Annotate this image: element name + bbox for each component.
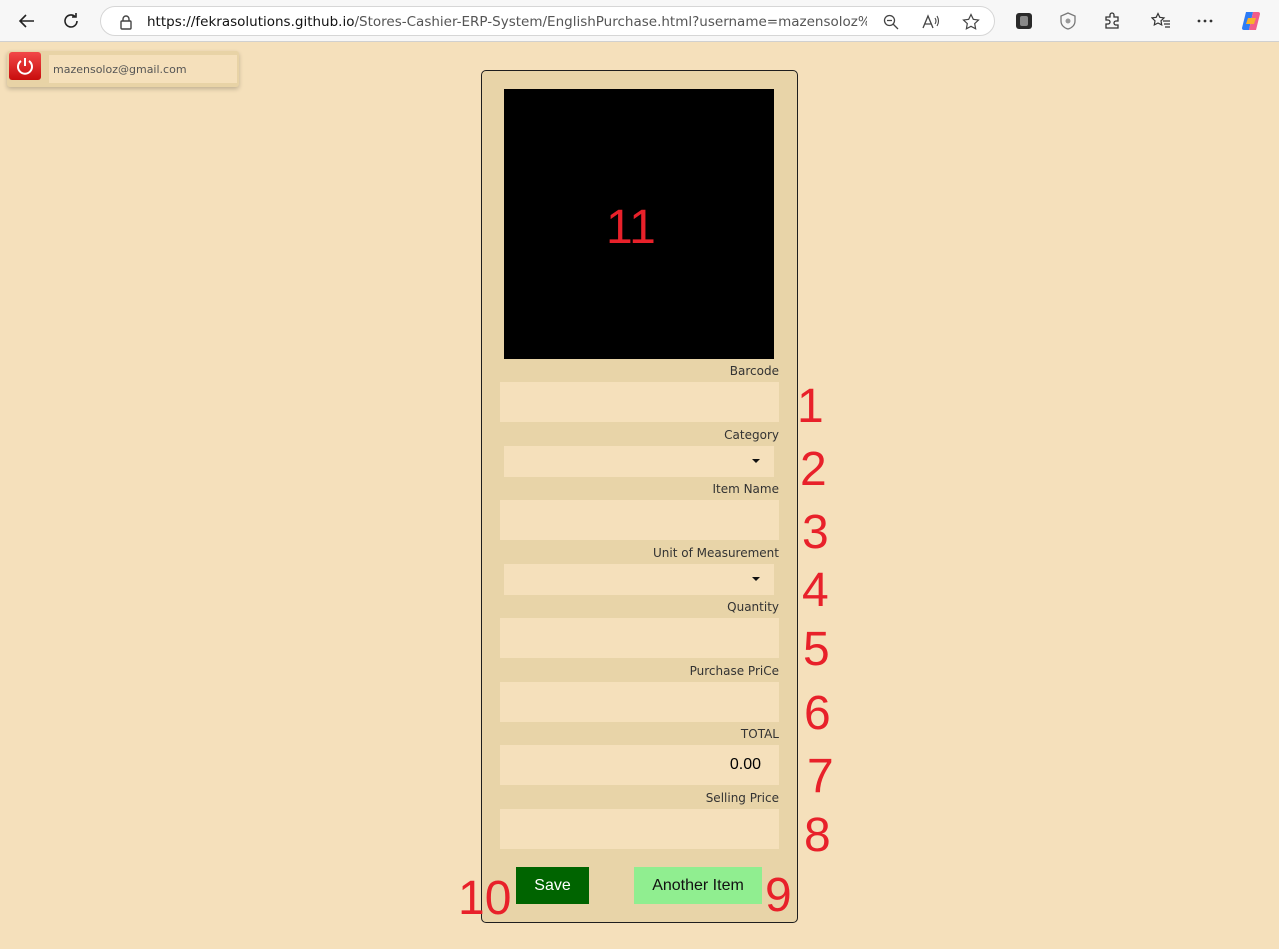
annotation-8: 8 [804, 809, 831, 862]
url-path: /Stores-Cashier-ERP-System/EnglishPurcha… [354, 14, 867, 30]
category-select[interactable] [504, 446, 774, 477]
shield-extension-icon[interactable] [1057, 10, 1079, 32]
another-item-button[interactable]: Another Item [634, 867, 762, 904]
selling-price-input[interactable] [500, 809, 779, 849]
annotation-7: 7 [807, 750, 834, 803]
unit-select[interactable] [504, 564, 774, 595]
annotation-6: 6 [804, 687, 831, 740]
favorite-star-icon[interactable] [962, 13, 980, 31]
selling-price-label: Selling Price [705, 791, 779, 805]
purchase-price-input[interactable] [500, 682, 779, 722]
purchase-form: Barcode Category Item Name Unit of Measu… [481, 70, 798, 923]
power-icon [17, 58, 33, 75]
barcode-label: Barcode [729, 364, 779, 378]
more-menu-icon[interactable] [1194, 10, 1216, 32]
favorites-icon[interactable] [1150, 10, 1172, 32]
item-name-label: Item Name [712, 482, 779, 496]
quantity-input[interactable] [500, 618, 779, 658]
barcode-input[interactable] [500, 382, 779, 422]
refresh-icon[interactable] [58, 8, 84, 34]
save-button[interactable]: Save [516, 867, 589, 904]
annotation-5: 5 [803, 623, 830, 676]
purchase-price-label: Purchase PriCe [689, 664, 779, 678]
annotation-3: 3 [802, 506, 829, 559]
annotation-4: 4 [802, 564, 829, 617]
user-panel: mazensoloz@gmail.com [7, 51, 239, 87]
annotation-2: 2 [800, 443, 827, 496]
item-name-input[interactable] [500, 500, 779, 540]
annotation-9: 9 [765, 869, 792, 922]
copilot-icon[interactable] [1240, 10, 1262, 32]
annotation-1: 1 [797, 380, 824, 433]
back-icon[interactable] [14, 8, 40, 34]
dropdown-caret-icon [752, 577, 760, 581]
browser-toolbar: https://fekrasolutions.github.io/Stores-… [0, 0, 1279, 42]
total-field: 0.00 [500, 745, 779, 785]
annotation-10: 10 [458, 872, 512, 925]
logout-button[interactable] [9, 52, 41, 80]
extension-dark-icon[interactable] [1013, 10, 1035, 32]
username-display: mazensoloz@gmail.com [49, 55, 237, 83]
category-label: Category [724, 428, 779, 442]
read-aloud-icon[interactable] [922, 13, 940, 31]
total-value: 0.00 [729, 756, 761, 773]
annotation-11: 11 [606, 201, 656, 254]
address-bar[interactable]: https://fekrasolutions.github.io/Stores-… [100, 6, 995, 36]
total-label: TOTAL [740, 727, 779, 741]
unit-label: Unit of Measurement [652, 546, 779, 560]
extensions-puzzle-icon[interactable] [1101, 10, 1123, 32]
zoom-out-icon[interactable] [882, 13, 900, 31]
lock-icon[interactable] [117, 13, 135, 31]
quantity-label: Quantity [727, 600, 779, 614]
url-host: https://fekrasolutions.github.io [147, 14, 355, 30]
dropdown-caret-icon [752, 459, 760, 463]
url-text[interactable]: https://fekrasolutions.github.io/Stores-… [147, 14, 867, 30]
